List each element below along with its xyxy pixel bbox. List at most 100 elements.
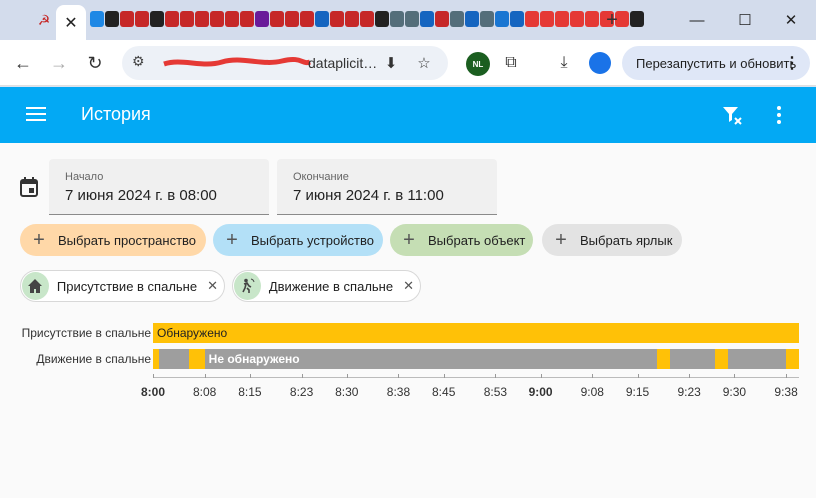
pick-entity-button[interactable]: + Выбрать объект xyxy=(390,224,533,256)
tab-favicon-icon[interactable] xyxy=(435,11,449,27)
new-tab-button[interactable]: + xyxy=(600,8,624,32)
tab-favicon-icon[interactable] xyxy=(330,11,344,27)
tab-favicon-icon[interactable] xyxy=(510,11,524,27)
tab-favicon-icon[interactable] xyxy=(165,11,179,27)
tab-favicon-icon[interactable] xyxy=(375,11,389,27)
more-options-icon[interactable] xyxy=(770,103,788,127)
axis-tick-mark xyxy=(346,374,348,378)
tab-favicon-icon[interactable] xyxy=(420,11,434,27)
install-app-icon[interactable]: ⬇ xyxy=(380,52,402,74)
site-settings-icon[interactable]: ⚙ xyxy=(132,53,145,70)
tab-favicon-icon[interactable] xyxy=(240,11,254,27)
url-text: dataplicit… xyxy=(308,55,378,71)
browser-menu-icon[interactable]: ⋮ xyxy=(784,53,800,73)
clear-filter-icon[interactable] xyxy=(720,103,744,127)
tab-favicon-icon[interactable] xyxy=(120,11,134,27)
axis-tick-label: 9:00 xyxy=(528,385,553,399)
tab-favicon-icon[interactable] xyxy=(525,11,539,27)
active-tab[interactable]: ✕ xyxy=(56,5,86,40)
reload-icon[interactable]: ↻ xyxy=(81,49,109,77)
tab-favicon-icon[interactable] xyxy=(195,11,209,27)
page-title: История xyxy=(81,104,151,124)
nl-extension-icon[interactable]: NL xyxy=(466,52,490,76)
close-window-icon[interactable]: ✕ xyxy=(768,6,814,34)
tab-favicon-icon[interactable] xyxy=(270,11,284,27)
timeline-segment[interactable] xyxy=(656,349,670,369)
tab-favicon-icon[interactable]: ☭ xyxy=(33,9,55,31)
tab-favicon-icon[interactable] xyxy=(495,11,509,27)
tab-favicon-icon[interactable] xyxy=(570,11,584,27)
timeline-segment[interactable] xyxy=(159,349,189,369)
restart-update-button[interactable]: Перезапустить и обновить ⋮ xyxy=(622,46,810,80)
tab-favicon-icon[interactable] xyxy=(630,11,644,27)
timeline-presence: Обнаружено xyxy=(153,323,799,343)
tab-close-icon[interactable]: ✕ xyxy=(64,13,77,33)
entity-chip-motion[interactable]: Движение в спальне ✕ xyxy=(232,270,421,302)
tab-favicon-icon[interactable] xyxy=(315,11,329,27)
timeline-row-label: Присутствие в спальне xyxy=(21,326,151,340)
timeline-segment[interactable] xyxy=(727,349,787,369)
forward-icon[interactable]: → xyxy=(45,49,73,77)
browser-toolbar: ← → ↻ ⚙ dataplicit… ⬇ ☆ NL ⧉ ⤓ Перезапус… xyxy=(0,40,816,86)
pick-area-label: Выбрать пространство xyxy=(58,232,197,248)
minimize-icon[interactable]: — xyxy=(674,6,720,34)
tab-favicon-icon[interactable] xyxy=(450,11,464,27)
timeline-segment[interactable] xyxy=(188,349,205,369)
tab-favicon-icon[interactable] xyxy=(390,11,404,27)
downloads-icon[interactable]: ⤓ xyxy=(551,50,577,76)
tab-favicon-icon[interactable] xyxy=(300,11,314,27)
axis-tick-label: 9:23 xyxy=(677,385,701,399)
timeline-segment[interactable]: Не обнаружено xyxy=(204,349,657,369)
restart-update-label: Перезапустить и обновить xyxy=(636,55,797,71)
pick-area-button[interactable]: + Выбрать пространство xyxy=(20,224,206,256)
tab-favicon-icon[interactable] xyxy=(210,11,224,27)
tab-favicon-icon[interactable] xyxy=(345,11,359,27)
tab-favicon-icon[interactable] xyxy=(255,11,269,27)
axis-tick-mark xyxy=(592,374,594,378)
tab-favicon-icon[interactable] xyxy=(480,11,494,27)
axis-tick-mark xyxy=(495,374,497,378)
back-icon[interactable]: ← xyxy=(9,49,37,77)
tab-favicon-icon[interactable] xyxy=(105,11,119,27)
hamburger-menu-icon[interactable] xyxy=(24,103,48,127)
start-date-field[interactable]: Начало 7 июня 2024 г. в 08:00 xyxy=(49,159,269,215)
timeline-segment[interactable] xyxy=(669,349,716,369)
plus-icon: + xyxy=(33,229,45,251)
bookmark-star-icon[interactable]: ☆ xyxy=(413,52,435,74)
axis-tick-label: 8:45 xyxy=(432,385,456,399)
tab-favicon-icon[interactable] xyxy=(135,11,149,27)
timeline-segment[interactable]: Обнаружено xyxy=(153,323,799,343)
chip-label: Присутствие в спальне xyxy=(56,278,198,294)
axis-tick-label: 9:15 xyxy=(625,385,650,399)
tab-favicon-icon[interactable] xyxy=(360,11,374,27)
axis-tick-mark xyxy=(153,374,154,378)
extensions-icon[interactable]: ⧉ xyxy=(498,50,524,76)
tab-favicon-icon[interactable] xyxy=(465,11,479,27)
end-date-value: 7 июня 2024 г. в 11:00 xyxy=(293,187,444,204)
segment-state-label: Не обнаружено xyxy=(208,352,300,366)
tab-favicon-icon[interactable] xyxy=(585,11,599,27)
timeline-segment[interactable] xyxy=(786,349,799,369)
profile-avatar-icon[interactable] xyxy=(589,52,611,74)
end-date-field[interactable]: Окончание 7 июня 2024 г. в 11:00 xyxy=(277,159,497,215)
maximize-icon[interactable]: ☐ xyxy=(722,6,768,34)
pick-device-button[interactable]: + Выбрать устройство xyxy=(213,224,383,256)
tab-favicon-icon[interactable] xyxy=(180,11,194,27)
pick-label-button[interactable]: + Выбрать ярлык xyxy=(542,224,682,256)
tab-favicon-icon[interactable] xyxy=(150,11,164,27)
entity-chip-presence[interactable]: Присутствие в спальне ✕ xyxy=(20,270,225,302)
tab-favicon-icon[interactable] xyxy=(225,11,239,27)
tab-favicon-icon[interactable] xyxy=(90,11,104,27)
tab-favicon-icon[interactable] xyxy=(285,11,299,27)
tab-favicon-icon[interactable] xyxy=(555,11,569,27)
calendar-icon[interactable] xyxy=(20,177,38,197)
timeline-segment[interactable] xyxy=(715,349,728,369)
tab-favicon-icon[interactable] xyxy=(540,11,554,27)
axis-tick-mark xyxy=(637,374,639,378)
timeline-row-label: Движение в спальне xyxy=(36,352,151,366)
chip-remove-icon[interactable]: ✕ xyxy=(403,278,414,294)
address-bar[interactable]: ⚙ dataplicit… ⬇ ☆ xyxy=(122,46,448,80)
chip-remove-icon[interactable]: ✕ xyxy=(207,278,218,294)
tab-favicon-icon[interactable] xyxy=(405,11,419,27)
timeline-motion: Не обнаружено xyxy=(153,349,799,369)
